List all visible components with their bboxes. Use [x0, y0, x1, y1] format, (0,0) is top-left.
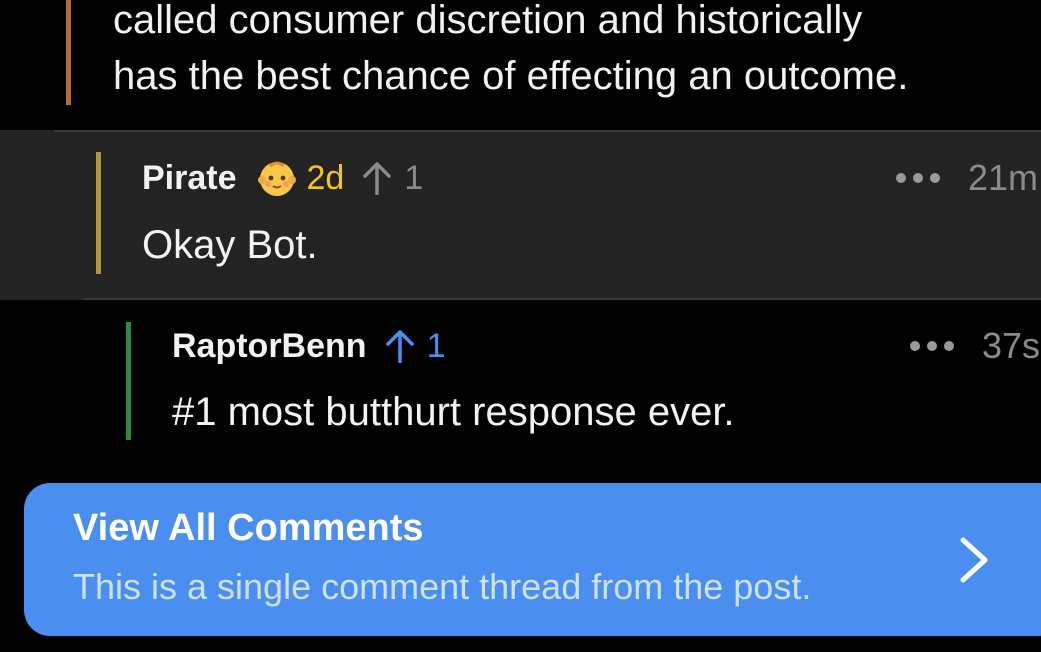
score-count: 1	[426, 326, 446, 365]
comment-meta-right: 37s	[910, 324, 1040, 368]
ellipsis-icon[interactable]	[910, 341, 954, 351]
comment-body: Okay Bot.	[142, 223, 318, 267]
view-all-comments-button[interactable]: View All Comments This is a single comme…	[24, 483, 1041, 636]
up-arrow-icon	[385, 330, 414, 363]
comment-time: 37s	[982, 325, 1041, 366]
upvote-button[interactable]: 1	[385, 326, 446, 366]
view-all-title: View All Comments	[73, 507, 424, 549]
comment-author[interactable]: RaptorBenn	[172, 327, 367, 366]
view-all-subtitle: This is a single comment thread from the…	[73, 566, 812, 607]
comment-pirate[interactable]: Pirate 2d 1 21m Okay Bot.	[0, 130, 1041, 300]
divider	[54, 130, 1041, 132]
account-age-badge: 2d	[306, 158, 345, 197]
up-arrow-icon	[363, 162, 392, 195]
comment-author[interactable]: Pirate	[142, 159, 237, 198]
parent-comment[interactable]: called consumer discretion and historica…	[0, 0, 1041, 130]
comment-header: Pirate 2d 1	[142, 156, 423, 200]
comment-header: RaptorBenn 1	[172, 324, 445, 368]
chevron-right-icon	[960, 537, 988, 583]
baby-face-icon	[257, 158, 297, 198]
comment-meta-right: 21m	[896, 156, 1038, 200]
thread-indicator-bar	[126, 322, 131, 440]
comment-raptorbenn[interactable]: RaptorBenn 1 37s #1 most butthurt respon…	[0, 300, 1041, 470]
comment-time: 21m	[968, 157, 1039, 198]
ellipsis-icon[interactable]	[896, 173, 940, 183]
parent-comment-body: called consumer discretion and historica…	[113, 0, 909, 98]
comment-body: #1 most butthurt response ever.	[172, 390, 735, 434]
thread-indicator-bar	[66, 0, 71, 105]
upvote-button[interactable]: 1	[362, 159, 423, 198]
thread-indicator-bar	[96, 152, 101, 274]
score-count: 1	[404, 158, 424, 197]
comment-thread-screen: called consumer discretion and historica…	[0, 0, 1041, 652]
